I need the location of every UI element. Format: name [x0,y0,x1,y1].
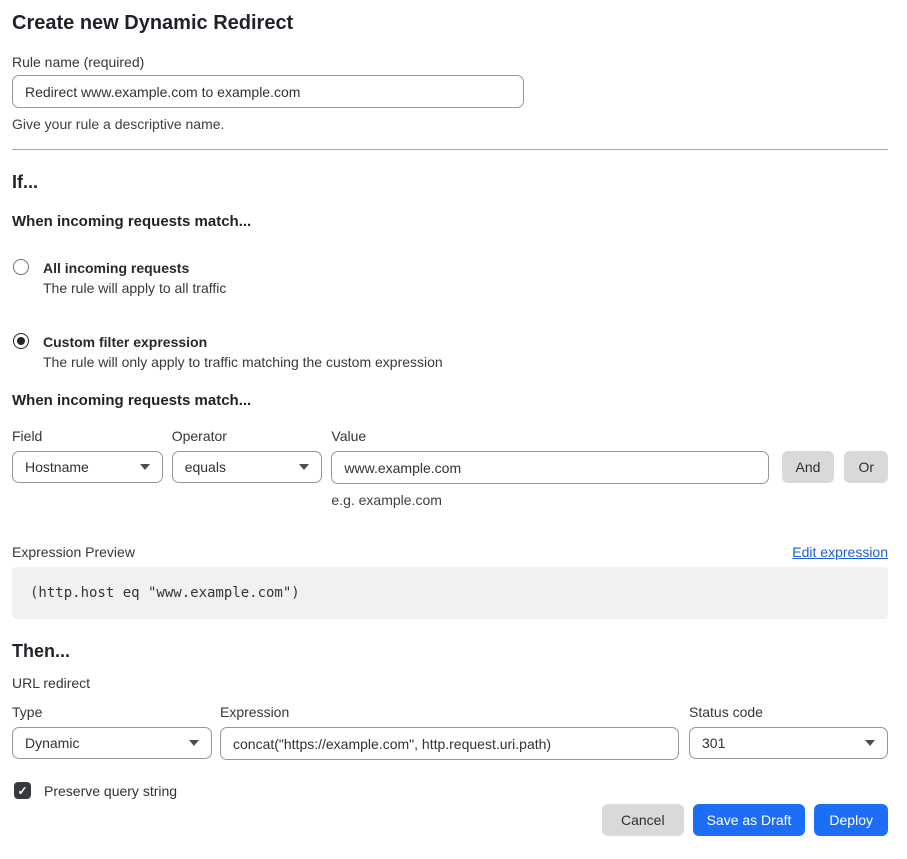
radio-option-texts: Custom filter expression The rule will o… [43,332,443,373]
option-all-incoming-requests[interactable]: All incoming requests The rule will appl… [12,258,888,299]
deploy-button[interactable]: Deploy [814,804,888,836]
and-column: And [782,427,845,483]
radio-option-texts: All incoming requests The rule will appl… [43,258,226,299]
radio-option-description: The rule will apply to all traffic [43,278,226,299]
chevron-down-icon [865,740,875,746]
section-divider [12,149,888,150]
field-label: Field [12,427,163,445]
spacer [844,427,888,451]
save-as-draft-button[interactable]: Save as Draft [693,804,806,836]
cancel-button[interactable]: Cancel [602,804,684,836]
chevron-down-icon [140,464,150,470]
and-button[interactable]: And [782,451,835,483]
field-select[interactable]: Hostname [12,451,163,483]
status-code-column: Status code 301 [689,703,888,759]
value-label: Value [331,427,768,445]
or-column: Or [844,427,888,483]
value-help: e.g. example.com [331,490,768,510]
status-code-select-value: 301 [702,735,725,751]
if-match-heading: When incoming requests match... [12,212,888,232]
operator-label: Operator [172,427,323,445]
edit-expression-link[interactable]: Edit expression [792,542,888,562]
radio-option-label: All incoming requests [43,258,226,278]
expression-label: Expression [220,703,679,721]
create-dynamic-redirect-page: Create new Dynamic Redirect Rule name (r… [0,0,907,836]
then-heading: Then... [12,639,888,663]
condition-match-heading: When incoming requests match... [12,391,888,411]
status-code-select[interactable]: 301 [689,727,888,759]
type-select[interactable]: Dynamic [12,727,212,759]
type-select-value: Dynamic [25,735,79,751]
operator-select-value: equals [185,459,226,475]
operator-column: Operator equals [172,427,323,483]
value-column: Value e.g. example.com [331,427,768,510]
radio-all-incoming-requests[interactable] [13,259,29,275]
field-select-value: Hostname [25,459,89,475]
radio-custom-filter-expression[interactable] [13,333,29,349]
status-code-label: Status code [689,703,888,721]
expression-column: Expression [220,703,679,760]
option-custom-filter-expression[interactable]: Custom filter expression The rule will o… [12,332,888,373]
url-redirect-label: URL redirect [12,673,888,693]
type-column: Type Dynamic [12,703,212,759]
preserve-query-row[interactable]: Preserve query string [12,782,888,799]
page-title: Create new Dynamic Redirect [12,10,888,36]
rule-name-help: Give your rule a descriptive name. [12,114,888,134]
expression-preview-label: Expression Preview [12,542,135,562]
preserve-query-checkbox[interactable] [14,782,31,799]
radio-option-description: The rule will only apply to traffic matc… [43,352,443,373]
operator-select[interactable]: equals [172,451,323,483]
preserve-query-label: Preserve query string [44,783,177,799]
then-row: Type Dynamic Expression Status code 301 [12,703,888,760]
redirect-expression-input[interactable] [220,727,679,760]
if-heading: If... [12,170,888,194]
value-input[interactable] [331,451,768,484]
rule-name-input[interactable] [12,75,524,108]
chevron-down-icon [189,740,199,746]
expression-code-text: (http.host eq "www.example.com") [30,585,300,601]
chevron-down-icon [299,464,309,470]
type-label: Type [12,703,212,721]
condition-row: Field Hostname Operator equals Value e.g… [12,427,888,510]
rule-name-label: Rule name (required) [12,52,888,72]
field-column: Field Hostname [12,427,163,483]
spacer [782,427,845,451]
radio-option-label: Custom filter expression [43,332,443,352]
footer-actions: Cancel Save as Draft Deploy [12,804,888,836]
expression-preview-code: (http.host eq "www.example.com") [12,567,888,619]
expression-preview-header: Expression Preview Edit expression [12,542,888,562]
or-button[interactable]: Or [844,451,888,483]
